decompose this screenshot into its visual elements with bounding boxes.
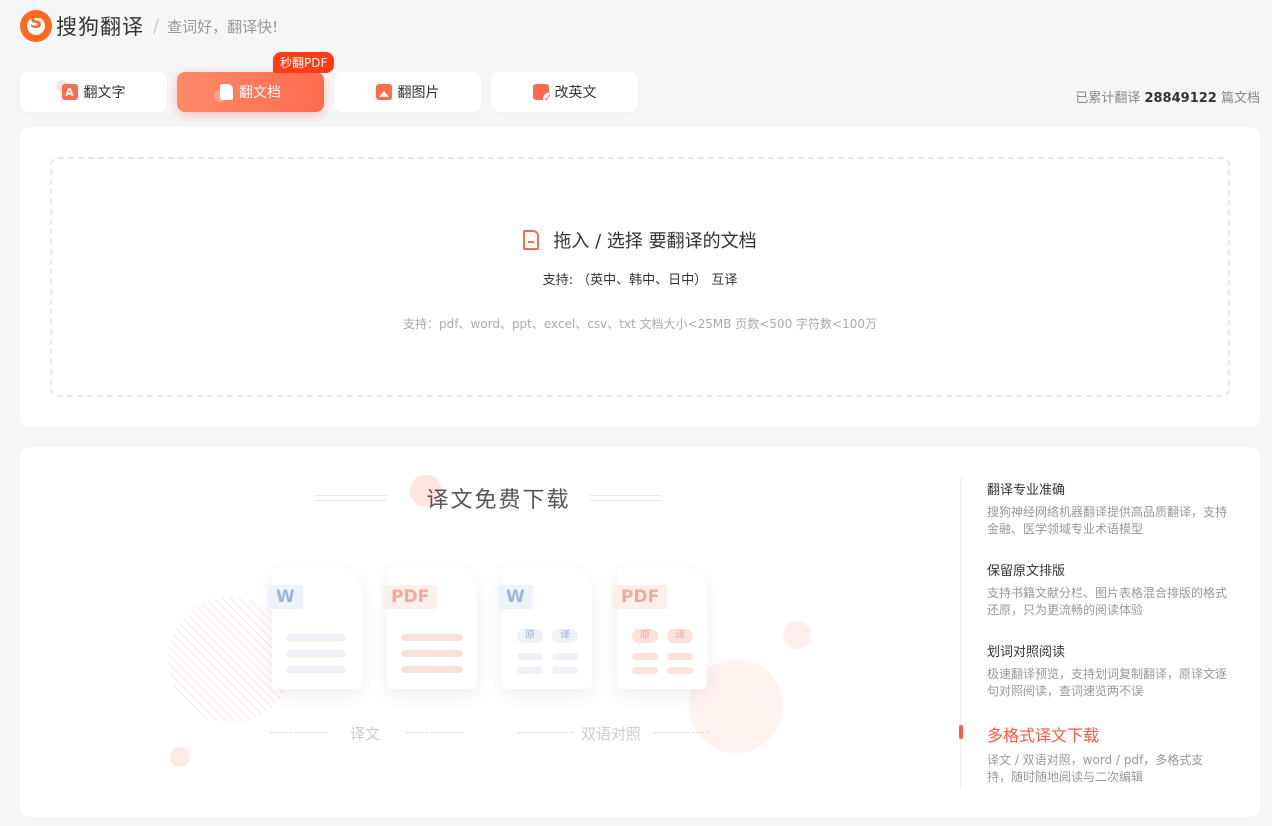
translation-label: 译 [552, 629, 578, 643]
circle-decoration [783, 621, 811, 649]
upload-panel: 拖入 / 选择 要翻译的文档 支持: （英中、韩中、日中） 互译 支持：pdf、… [20, 127, 1260, 427]
feature-desc: 搜狗神经网络机器翻译提供高品质翻译，支持金融、医学领域专业术语模型 [987, 505, 1228, 536]
image-icon [375, 84, 392, 100]
circle-decoration [170, 747, 190, 767]
dropzone-title[interactable]: 拖入 / 选择 要翻译的文档 [52, 227, 1228, 253]
file-icon [523, 230, 540, 250]
feature-desc: 支持书籍文献分栏、图片表格混合排版的格式还原，只为更流畅的阅读体验 [987, 586, 1228, 617]
pdf-icon: PDF [613, 585, 668, 609]
slogan: 查词好，翻译快! [167, 17, 279, 36]
caption-translation: 译文 [350, 725, 381, 743]
feature-desc: 译文 / 双语对照，word / pdf，多格式支持，随时随地阅读与二次编辑 [987, 753, 1204, 784]
tab-label: 翻图片 [397, 85, 440, 101]
pdf-file-card: PDF [383, 567, 477, 689]
feature-title: 多格式译文下载 [987, 726, 1100, 745]
feature-desc: 极速翻译预览，支持划词复制翻译，原译文逐句对照阅读，查词速览两不误 [987, 667, 1228, 698]
pdf-icon: PDF [383, 585, 438, 609]
brand-name: 搜狗翻译 [56, 15, 144, 39]
translation-counter: 已累计翻译 28849122 篇文档 [1075, 87, 1260, 106]
tab-translate-text[interactable]: A 翻文字 [20, 72, 167, 112]
feature-item-active[interactable]: 多格式译文下载 译文 / 双语对照，word / pdf，多格式支持，随时随地阅… [959, 722, 1227, 786]
text-translate-icon: A [55, 80, 78, 100]
caption-bilingual: 双语对照 [581, 725, 642, 743]
tab-label: 翻文档 [239, 85, 281, 101]
supported-languages: 支持: （英中、韩中、日中） 互译 [542, 273, 738, 288]
counter-suffix: 篇文档 [1220, 91, 1260, 106]
document-icon [214, 84, 233, 102]
original-label: 原 [517, 629, 543, 643]
counter-prefix: 已累计翻译 [1075, 91, 1141, 106]
logo[interactable]: 搜狗翻译 / 查词好，翻译快! [20, 10, 278, 42]
correct-english-icon [532, 84, 554, 104]
dropzone-title-text: 拖入 / 选择 要翻译的文档 [553, 231, 757, 252]
tab-label: 翻文字 [83, 85, 126, 101]
mode-tabs: A 翻文字 秒翻PDF 翻文档 翻图片 改英文 [20, 52, 638, 112]
divider [960, 477, 961, 789]
feature-title: 划词对照阅读 [987, 645, 1066, 660]
tab-translate-image[interactable]: 翻图片 [334, 72, 481, 112]
tab-label: 改英文 [554, 85, 597, 101]
word-icon: W [268, 585, 303, 609]
sogou-logo-icon [20, 10, 52, 42]
header-separator: / [153, 15, 160, 37]
feature-title: 翻译专业准确 [987, 483, 1066, 498]
feature-list: 翻译专业准确 搜狗神经网络机器翻译提供高品质翻译，支持金融、医学领域专业术语模型… [959, 479, 1227, 808]
original-label: 原 [632, 629, 658, 643]
download-illustration: 译文免费下载 W PDF W 原 译 PDF 原 译 译文 双语对照 [20, 447, 960, 817]
feature-item[interactable]: 划词对照阅读 极速翻译预览，支持划词复制翻译，原译文逐句对照阅读，查词速览两不误 [987, 641, 1227, 700]
pdf-bilingual-card: PDF 原 译 [613, 567, 707, 689]
tab-correct-english[interactable]: 改英文 [491, 72, 638, 112]
word-icon: W [498, 585, 533, 609]
tab-translate-document[interactable]: 秒翻PDF 翻文档 [177, 52, 335, 112]
document-dropzone[interactable]: 拖入 / 选择 要翻译的文档 支持: （英中、韩中、日中） 互译 支持：pdf、… [50, 157, 1230, 397]
feature-panel: 译文免费下载 W PDF W 原 译 PDF 原 译 译文 双语对照 翻译专业准… [20, 447, 1260, 817]
feature-item[interactable]: 保留原文排版 支持书籍文献分栏、图片表格混合排版的格式还原，只为更流畅的阅读体验 [987, 560, 1227, 619]
illustration-title: 译文免费下载 [426, 488, 571, 513]
supported-formats: 支持：pdf、word、ppt、excel、csv、txt 文档大小<25MB … [402, 317, 877, 331]
feature-title: 保留原文排版 [987, 564, 1066, 579]
feature-item[interactable]: 翻译专业准确 搜狗神经网络机器翻译提供高品质翻译，支持金融、医学领域专业术语模型 [987, 479, 1227, 538]
translation-label: 译 [667, 629, 693, 643]
word-bilingual-card: W 原 译 [498, 567, 592, 689]
word-file-card: W [268, 567, 362, 689]
tab-badge: 秒翻PDF [273, 52, 335, 73]
counter-value: 28849122 [1144, 91, 1217, 106]
